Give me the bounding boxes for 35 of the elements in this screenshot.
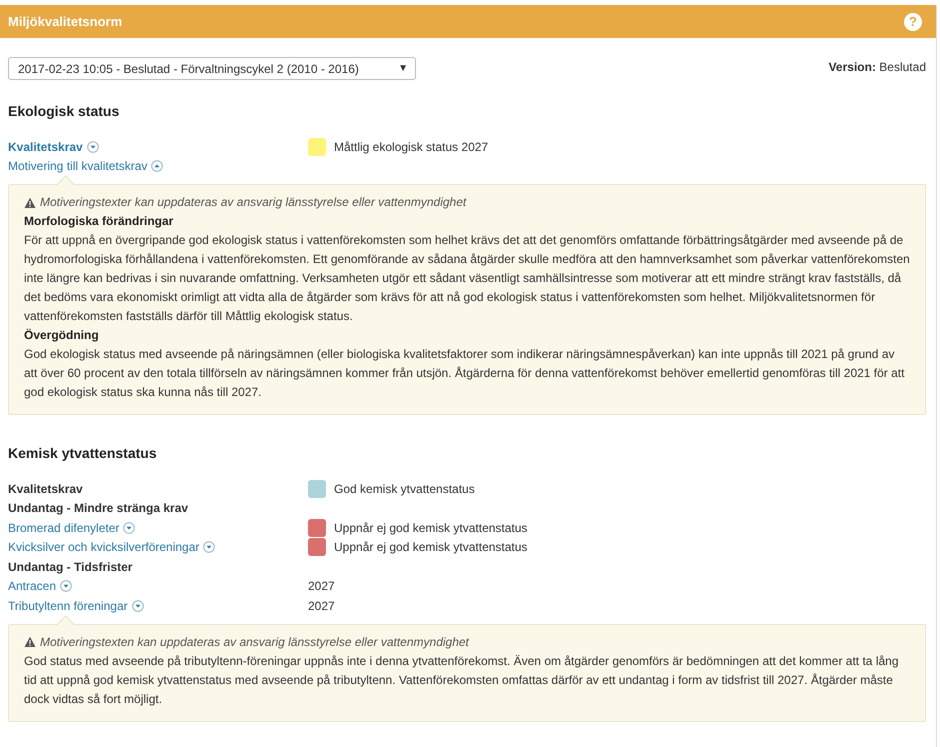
- note-heading: Övergödning: [24, 327, 100, 344]
- deadline-text: 2027: [308, 598, 335, 613]
- expand-link[interactable]: Motivering till kvalitetskrav: [8, 159, 148, 174]
- note-paragraph: För att uppnå en övergripande god ekologisk status i vattenförekomsten som helhet krävs det att det genomförs omfattande förbättringsåtgärder med avseende på de hydromorfologiska förhållandena i vattenförekomsten. Ett genomförande av sådana åtgärder skulle medföra att den hamnverksamhet som påverkar vattenförekomsten inte längre kan bedrivas i sin nuvarande omfattning. Verksamheten utgör ett sådant väsentligt samhällsintresse som motiverar att ett mindre strängt krav fastställs, då det bedöms vara ekonomiskt orimligt att vidta alla de åtgärder som krävs för att nå god ekologisk status i vattenförekomsten som helhet. Miljökvalitetsnormen för vattenförekomsten fastställs därför till Måttlig ekologisk status.: [24, 232, 911, 325]
- expand-icon[interactable]: [203, 541, 216, 554]
- status-text: Måttlig ekologisk status 2027: [334, 140, 488, 154]
- version-text: Version: Beslutad: [828, 60, 926, 74]
- expand-link[interactable]: Kvicksilver och kvicksilverföreningar: [8, 540, 200, 554]
- section-heading: Kemisk ytvattenstatus: [8, 445, 158, 461]
- expand-link[interactable]: Antracen: [8, 579, 56, 594]
- warning-icon: [24, 196, 36, 208]
- expand-icon[interactable]: [132, 600, 144, 612]
- row-label: Undantag - Mindre stränga krav: [8, 501, 188, 516]
- warning-text: Motiveringstexten kan uppdateras av ansvarig länsstyrelse eller vattenmyndighet: [40, 634, 469, 650]
- note-heading: Morfologiska förändringar: [24, 213, 174, 230]
- panel-title: Miljökvalitetsnorm: [8, 14, 122, 29]
- row-label: Undantag - Tidsfrister: [8, 560, 132, 574]
- deadline-text: 2027: [308, 579, 335, 594]
- section-heading: Ekologisk status: [8, 103, 120, 119]
- expand-icon[interactable]: [86, 140, 99, 153]
- expand-link[interactable]: Tributyltenn föreningar: [8, 598, 128, 613]
- expand-icon[interactable]: [123, 522, 136, 534]
- status-text: Uppnår ej god kemisk ytvattenstatus: [334, 540, 528, 554]
- collapse-icon[interactable]: [151, 160, 164, 172]
- version-select[interactable]: 2017-02-23 10:05 - Beslutad - Förvaltningscykel 2 (2010 - 2016) ▼: [8, 57, 416, 80]
- expand-link[interactable]: Kvalitetskrav: [8, 140, 83, 154]
- note-paragraph: God status med avseende på tributyltenn-föreningar uppnås inte i denna ytvattenförekomst. Även om åtgärder genomförs är bedömningen att det kommer att ta lång tid att uppnå god kemisk ytvattenstatus med avseende på tributyltenn. Vattenförekomsten omfattas därför av ett undantag i form av tidsfrist till 2027. Åtgärder måste dock vidtas så fort möjligt.: [24, 652, 900, 708]
- row-label: Kvalitetskrav: [8, 482, 83, 496]
- note-paragraph: God ekologisk status med avseende på näringsämnen (eller biologiska kvalitetsfaktorer som indikerar näringsämnespåverkan) kan inte uppnås till 2021 på grund av att över 60 procent av den totala tillförseln av näringsämnen kommer från utsjön. Åtgärderna för denna vattenförekomst behöver emellertid genomföras till 2021 för att god ekologisk status ska kunna nås till 2027.: [24, 346, 906, 401]
- status-text: God kemisk ytvattenstatus: [334, 482, 475, 496]
- status-text: Uppnår ej god kemisk ytvattenstatus: [334, 520, 528, 535]
- warning-text: Motiveringstexter kan uppdateras av ansvarig länsstyrelse eller vattenmyndighet: [40, 194, 466, 211]
- warning-icon: [24, 636, 36, 648]
- expand-link[interactable]: Bromerad difenyleter: [8, 520, 120, 535]
- expand-icon[interactable]: [60, 580, 72, 592]
